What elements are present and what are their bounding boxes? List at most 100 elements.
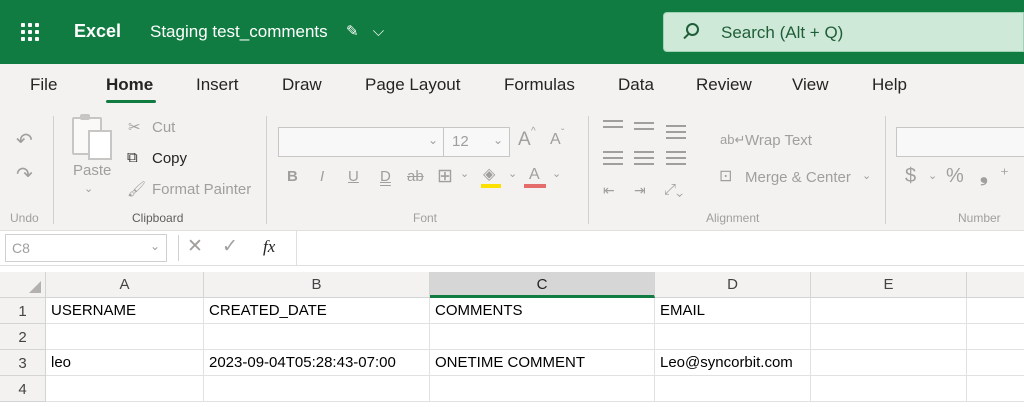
bold-button[interactable]: B bbox=[287, 168, 298, 185]
comma-style-icon[interactable]: ❟ bbox=[980, 164, 988, 187]
merge-center-button[interactable]: Merge & Center bbox=[745, 169, 851, 186]
merge-center-icon[interactable]: ⊡ bbox=[719, 166, 732, 186]
chevron-down-icon[interactable]: ⌄ bbox=[460, 167, 469, 180]
borders-icon[interactable]: ⊞ bbox=[437, 165, 453, 188]
align-top-icon[interactable] bbox=[603, 120, 623, 132]
align-center-icon[interactable] bbox=[634, 151, 654, 169]
copy-button[interactable]: Copy bbox=[152, 150, 187, 167]
cell-d2[interactable] bbox=[655, 324, 811, 350]
cell-c4[interactable] bbox=[430, 376, 655, 402]
tab-file[interactable]: File bbox=[30, 75, 57, 95]
chevron-down-icon[interactable]: ⌄ bbox=[552, 167, 561, 180]
tab-page-layout[interactable]: Page Layout bbox=[365, 75, 460, 95]
tab-insert[interactable]: Insert bbox=[196, 75, 239, 95]
cell-f1[interactable] bbox=[967, 298, 1024, 324]
tab-draw[interactable]: Draw bbox=[282, 75, 322, 95]
column-header-a[interactable]: A bbox=[46, 272, 204, 298]
column-header-f[interactable] bbox=[967, 272, 1024, 298]
cancel-edit-icon[interactable]: ✕ bbox=[187, 235, 203, 258]
format-painter-button[interactable]: Format Painter bbox=[152, 181, 251, 198]
increase-indent-icon[interactable]: ⇥ bbox=[634, 182, 646, 199]
fill-color-icon[interactable]: ◈ bbox=[483, 164, 495, 184]
align-right-icon[interactable] bbox=[666, 151, 686, 169]
row-header-4[interactable]: 4 bbox=[0, 376, 46, 402]
cell-b1[interactable]: CREATED_DATE bbox=[204, 298, 430, 324]
font-name-dropdown[interactable]: ⌄ bbox=[278, 127, 444, 157]
align-left-icon[interactable] bbox=[603, 151, 623, 169]
strikethrough-button[interactable]: ab bbox=[407, 168, 424, 185]
document-title[interactable]: Staging test_comments bbox=[150, 22, 328, 42]
cell-e2[interactable] bbox=[811, 324, 967, 350]
underline-button[interactable]: U bbox=[348, 168, 359, 185]
column-header-d[interactable]: D bbox=[655, 272, 811, 298]
decrease-indent-icon[interactable]: ⇤ bbox=[603, 182, 615, 199]
chevron-down-icon[interactable]: ⌄ bbox=[508, 167, 517, 180]
paste-chevron-icon[interactable]: ⌄ bbox=[84, 182, 93, 195]
tab-formulas[interactable]: Formulas bbox=[504, 75, 575, 95]
font-color-icon[interactable]: A bbox=[529, 166, 540, 184]
number-format-dropdown[interactable] bbox=[896, 127, 1024, 157]
confirm-edit-icon[interactable]: ✓ bbox=[222, 235, 238, 258]
currency-button[interactable]: $ bbox=[905, 165, 916, 188]
cell-b2[interactable] bbox=[204, 324, 430, 350]
cell-a1[interactable]: USERNAME bbox=[46, 298, 204, 324]
tab-data[interactable]: Data bbox=[618, 75, 654, 95]
tab-help[interactable]: Help bbox=[872, 75, 907, 95]
wrap-text-icon[interactable]: ab↵ bbox=[720, 132, 745, 148]
column-header-e[interactable]: E bbox=[811, 272, 967, 298]
undo-icon[interactable]: ↶ bbox=[16, 128, 33, 153]
grow-font-icon[interactable]: A bbox=[518, 129, 531, 151]
align-middle-icon[interactable] bbox=[634, 122, 654, 134]
name-box[interactable]: C8 ⌄ bbox=[5, 234, 167, 262]
tab-review[interactable]: Review bbox=[696, 75, 752, 95]
cell-c2[interactable] bbox=[430, 324, 655, 350]
decimal-icon[interactable]: ⁺ bbox=[1000, 165, 1009, 185]
cell-b3[interactable]: 2023-09-04T05:28:43-07:00 bbox=[204, 350, 430, 376]
cell-e1[interactable] bbox=[811, 298, 967, 324]
orientation-icon[interactable]: ⤢⌄ bbox=[664, 181, 683, 198]
column-header-b[interactable]: B bbox=[204, 272, 430, 298]
cell-d4[interactable] bbox=[655, 376, 811, 402]
cell-d1[interactable]: EMAIL bbox=[655, 298, 811, 324]
double-underline-button[interactable]: D bbox=[380, 168, 391, 185]
align-bottom-icon[interactable] bbox=[666, 125, 686, 143]
search-box[interactable]: Search (Alt + Q) bbox=[663, 12, 1024, 52]
percent-button[interactable]: % bbox=[946, 165, 964, 188]
select-all-corner[interactable] bbox=[0, 272, 46, 298]
cell-c1[interactable]: COMMENTS bbox=[430, 298, 655, 324]
cell-c3[interactable]: ONETIME COMMENT bbox=[430, 350, 655, 376]
chevron-down-icon[interactable]: ⌄ bbox=[928, 169, 937, 182]
tab-view[interactable]: View bbox=[792, 75, 829, 95]
insert-function-icon[interactable]: fx bbox=[263, 237, 275, 257]
edit-icon[interactable]: ✎ bbox=[346, 22, 359, 40]
cell-f2[interactable] bbox=[967, 324, 1024, 350]
cell-f3[interactable] bbox=[967, 350, 1024, 376]
wrap-text-button[interactable]: Wrap Text bbox=[745, 132, 812, 149]
cell-a4[interactable] bbox=[46, 376, 204, 402]
row-header-2[interactable]: 2 bbox=[0, 324, 46, 350]
chevron-down-icon[interactable]: ⌄ bbox=[150, 239, 160, 253]
font-size-dropdown[interactable]: 12 ⌄ bbox=[444, 127, 510, 157]
italic-button[interactable]: I bbox=[320, 168, 324, 185]
row-header-3[interactable]: 3 bbox=[0, 350, 46, 376]
cell-e4[interactable] bbox=[811, 376, 967, 402]
cut-icon[interactable]: ✂ bbox=[128, 118, 141, 136]
app-name[interactable]: Excel bbox=[74, 21, 121, 42]
cell-f4[interactable] bbox=[967, 376, 1024, 402]
cell-a2[interactable] bbox=[46, 324, 204, 350]
app-launcher-icon[interactable] bbox=[21, 23, 39, 41]
format-painter-icon[interactable]: 🖌 bbox=[127, 180, 146, 198]
cell-b4[interactable] bbox=[204, 376, 430, 402]
cell-a3[interactable]: leo bbox=[46, 350, 204, 376]
cell-d3[interactable]: Leo@syncorbit.com bbox=[655, 350, 811, 376]
chevron-down-icon[interactable]: ⌄ bbox=[862, 169, 871, 182]
row-header-1[interactable]: 1 bbox=[0, 298, 46, 324]
copy-icon[interactable]: ⧉ bbox=[127, 149, 138, 166]
chevron-down-icon[interactable]: ⌵ bbox=[373, 23, 384, 40]
redo-icon[interactable]: ↷ bbox=[16, 162, 33, 187]
cut-button[interactable]: Cut bbox=[152, 119, 175, 136]
column-header-c[interactable]: C bbox=[430, 272, 655, 298]
tab-home[interactable]: Home bbox=[106, 75, 153, 95]
cell-e3[interactable] bbox=[811, 350, 967, 376]
shrink-font-icon[interactable]: A bbox=[550, 131, 561, 149]
